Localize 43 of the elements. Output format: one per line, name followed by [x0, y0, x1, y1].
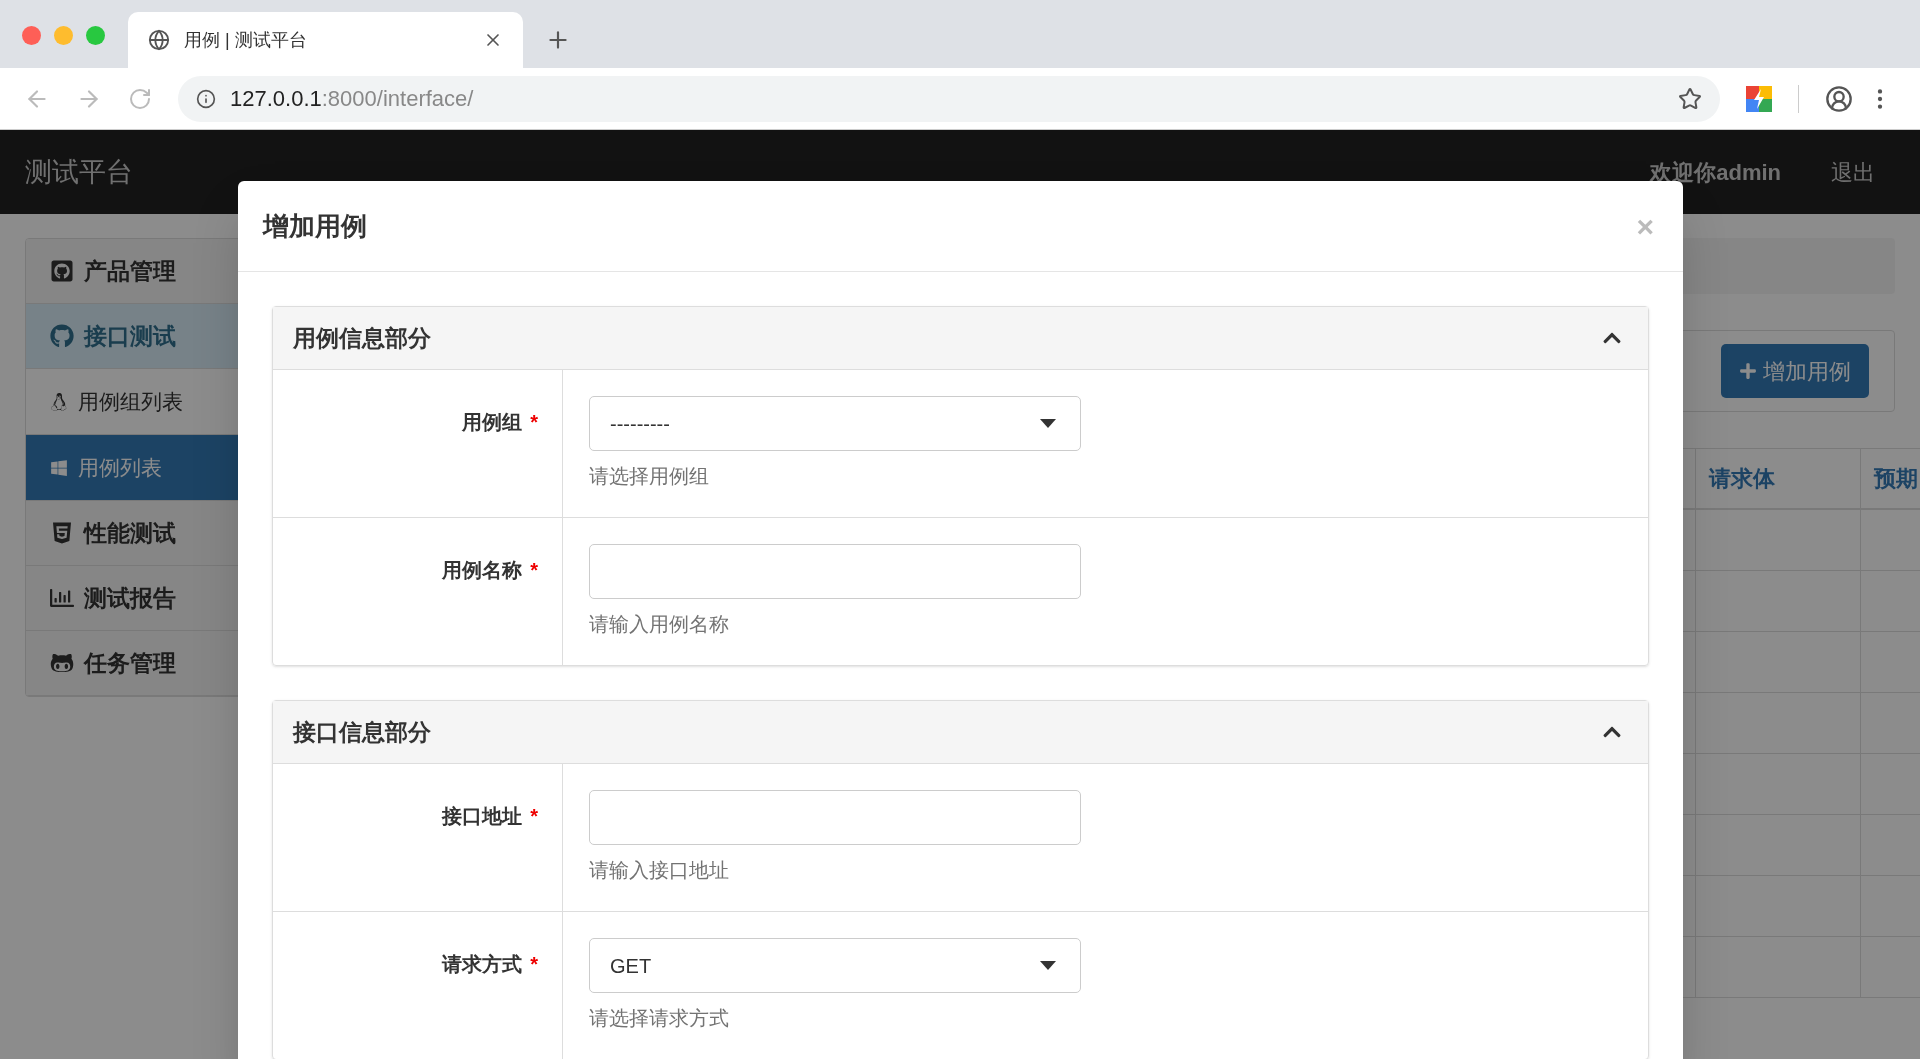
extension-icon[interactable] — [1746, 85, 1772, 112]
reload-icon[interactable] — [128, 86, 152, 111]
input-field[interactable] — [589, 790, 1081, 845]
required-mark: * — [530, 804, 538, 829]
required-mark: * — [530, 558, 538, 583]
info-icon — [196, 88, 216, 109]
plus-icon — [1739, 362, 1757, 380]
help-text: 请选择请求方式 — [589, 1006, 730, 1031]
maximize-window-icon[interactable] — [86, 26, 105, 45]
help-text: 请输入用例名称 — [589, 612, 730, 637]
required-mark: * — [530, 410, 538, 435]
required-mark: * — [530, 952, 538, 977]
field-label: 请求方式 — [442, 952, 523, 977]
penguin-icon — [50, 392, 68, 411]
bar-chart-icon — [50, 586, 74, 610]
field-label: 用例名称 — [442, 558, 523, 583]
cat-face-icon — [50, 651, 74, 675]
close-window-icon[interactable] — [22, 26, 41, 45]
field-label: 用例组 — [462, 410, 523, 435]
caret-icon — [1040, 961, 1056, 970]
help-text: 请选择用例组 — [589, 464, 710, 489]
select-field[interactable]: GET — [589, 938, 1081, 993]
column-header: 请求体 — [1709, 465, 1775, 493]
modal-title: 增加用例 — [263, 209, 368, 243]
minimize-window-icon[interactable] — [54, 26, 73, 45]
browser-tab[interactable]: 用例 | 测试平台 — [128, 12, 523, 68]
input-field[interactable] — [589, 544, 1081, 599]
caret-icon — [1040, 419, 1056, 428]
column-header: 预期 — [1874, 465, 1918, 493]
bookmark-star-icon[interactable] — [1678, 86, 1702, 111]
address-bar[interactable]: 127.0.0.1:8000/interface/ — [178, 75, 1720, 122]
help-text: 请输入接口地址 — [589, 858, 730, 883]
section-header[interactable]: 用例信息部分 — [273, 307, 1648, 370]
shield-five-icon — [50, 521, 74, 545]
account-icon[interactable] — [1825, 84, 1853, 113]
logout-link[interactable]: 退出 — [1831, 155, 1875, 189]
field-label: 接口地址 — [442, 804, 523, 829]
square-cat-icon — [50, 259, 74, 283]
windows-icon — [50, 458, 68, 477]
add-case-button[interactable]: 增加用例 — [1721, 344, 1869, 398]
section-header[interactable]: 接口信息部分 — [273, 701, 1648, 764]
globe-icon — [148, 29, 170, 51]
select-field[interactable]: --------- — [589, 396, 1081, 451]
